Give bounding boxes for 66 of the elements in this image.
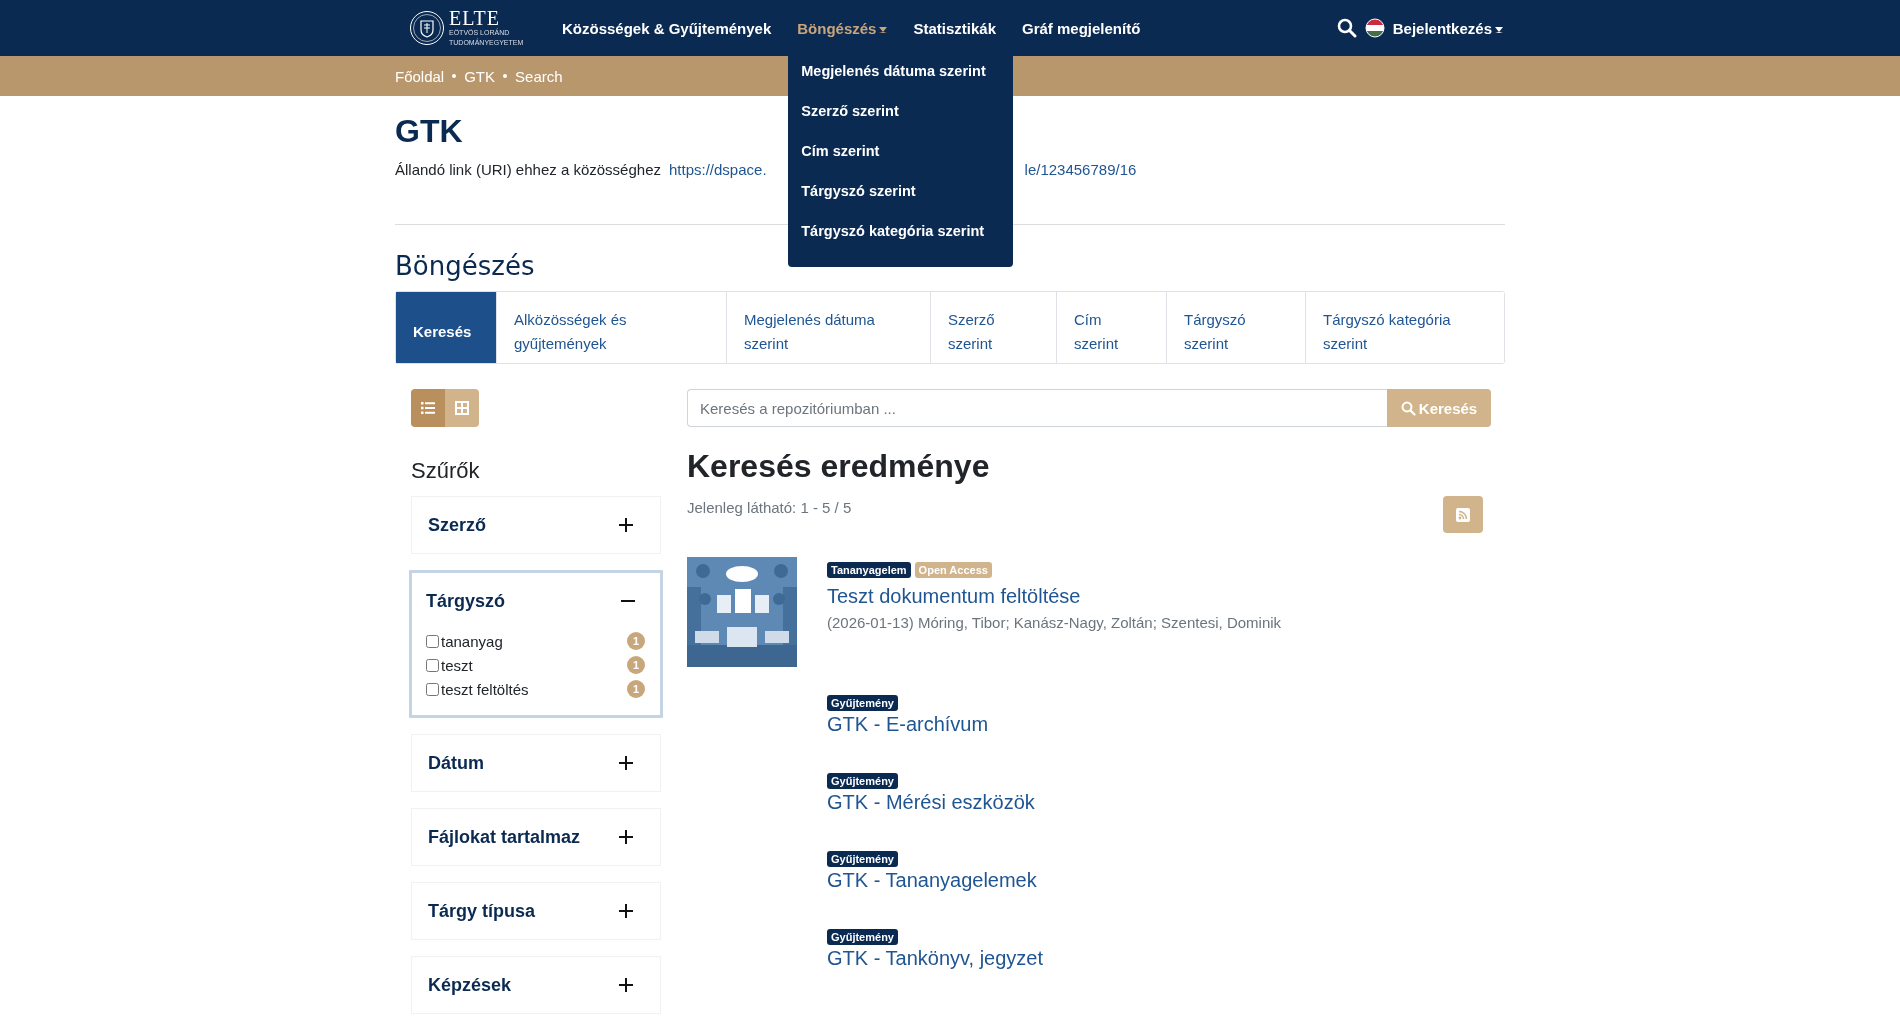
results-heading: Keresés eredménye [687,447,991,486]
option-label: teszt feltöltés [441,680,529,698]
grid-icon [455,401,469,415]
search-field[interactable]: Keresés a repozitóriumban ... [687,389,1387,427]
filter-title[interactable]: Dátum [428,752,484,774]
option-label: tananyag [441,632,503,650]
nav-link[interactable]: Közösségek & Gyűjtemények [562,19,772,37]
plus-icon[interactable] [619,978,633,992]
menu-item[interactable]: Tárgyszó kategória szerint [788,216,1014,256]
uri-label: Állandó link (URI) ehhez a közösséghez [395,160,661,180]
count-badge: 1 [627,656,645,674]
type-badge: Gyűjtemény [827,929,898,945]
menu-item[interactable]: Megjelenés dátuma szerint [788,56,1014,96]
menu-item[interactable]: Szerző szerint [788,96,1014,136]
type-badge: Tananyagelem [827,562,911,578]
search-icon [1400,400,1416,416]
list-view-button[interactable] [411,389,445,427]
count-badge: 1 [627,632,645,650]
filter-title[interactable]: Tárgy típusa [428,900,536,922]
count-badge: 1 [627,680,645,698]
result-title-link[interactable]: GTK - Tananyagelemek [827,867,1037,893]
result-title-link[interactable]: Teszt dokumentum feltöltése [827,583,1282,609]
filter-title[interactable]: Fájlokat tartalmaz [428,826,581,848]
separator-dot [503,74,508,78]
filter-title[interactable]: Képzések [428,974,512,996]
login-menu[interactable]: Bejelentkezés [1392,19,1503,37]
results-summary: Jelenleg látható: 1 - 5 / 5 [687,498,852,518]
uri-link[interactable]: le/123456789/16 [1024,160,1137,180]
filters-heading: Szűrők [411,457,481,485]
plus-icon[interactable] [619,518,633,532]
uri-link[interactable]: https://dspace. [669,160,767,180]
separator-dot [452,74,457,78]
caret-icon [1495,27,1503,33]
type-badge: Gyűjtemény [827,773,898,789]
rss-icon [1456,507,1470,522]
result-title-link[interactable]: GTK - E-archívum [827,711,989,737]
checkbox[interactable] [426,658,439,672]
menu-item[interactable]: Tárgyszó szerint [788,176,1014,216]
option-label: teszt [441,656,473,674]
checkbox[interactable] [426,634,439,648]
logo-text: ELTE [449,8,501,28]
filter-title[interactable]: Tárgyszó [426,590,506,612]
emblem-icon [409,10,445,46]
nav-link[interactable]: Böngészés [797,19,888,37]
access-badge: Open Access [914,562,992,578]
plus-icon[interactable] [619,756,633,770]
search-icon[interactable] [1336,18,1357,38]
plus-icon[interactable] [619,830,633,844]
nav-link[interactable]: Gráf megjelenítő [1022,19,1141,37]
nav-link[interactable]: Statisztikák [913,19,996,37]
community-title: GTK [395,112,463,150]
section-heading: Böngészés [395,250,536,283]
type-badge: Gyűjtemény [827,695,898,711]
result-title-link[interactable]: GTK - Mérési eszközök [827,789,1035,815]
result-title-link[interactable]: GTK - Tankönyv, jegyzet [827,945,1043,971]
flag-icon[interactable] [1364,18,1385,38]
caret-icon [879,27,888,33]
checkbox[interactable] [426,682,439,696]
browse-tab[interactable]: Keresés [396,292,496,363]
list-icon [421,402,435,414]
type-badge: Gyűjtemény [827,851,898,867]
result-meta: (2026-01-13) Móring, Tibor; Kanász-Nagy, Zoltán; Szentesi, Dominik [827,613,1282,633]
plus-icon[interactable] [619,904,633,918]
browse-tab[interactable]: Tárgyszó kategória szerint [1305,292,1504,363]
filter-title[interactable]: Szerző [428,514,487,536]
menu-item[interactable]: Cím szerint [788,136,1014,176]
